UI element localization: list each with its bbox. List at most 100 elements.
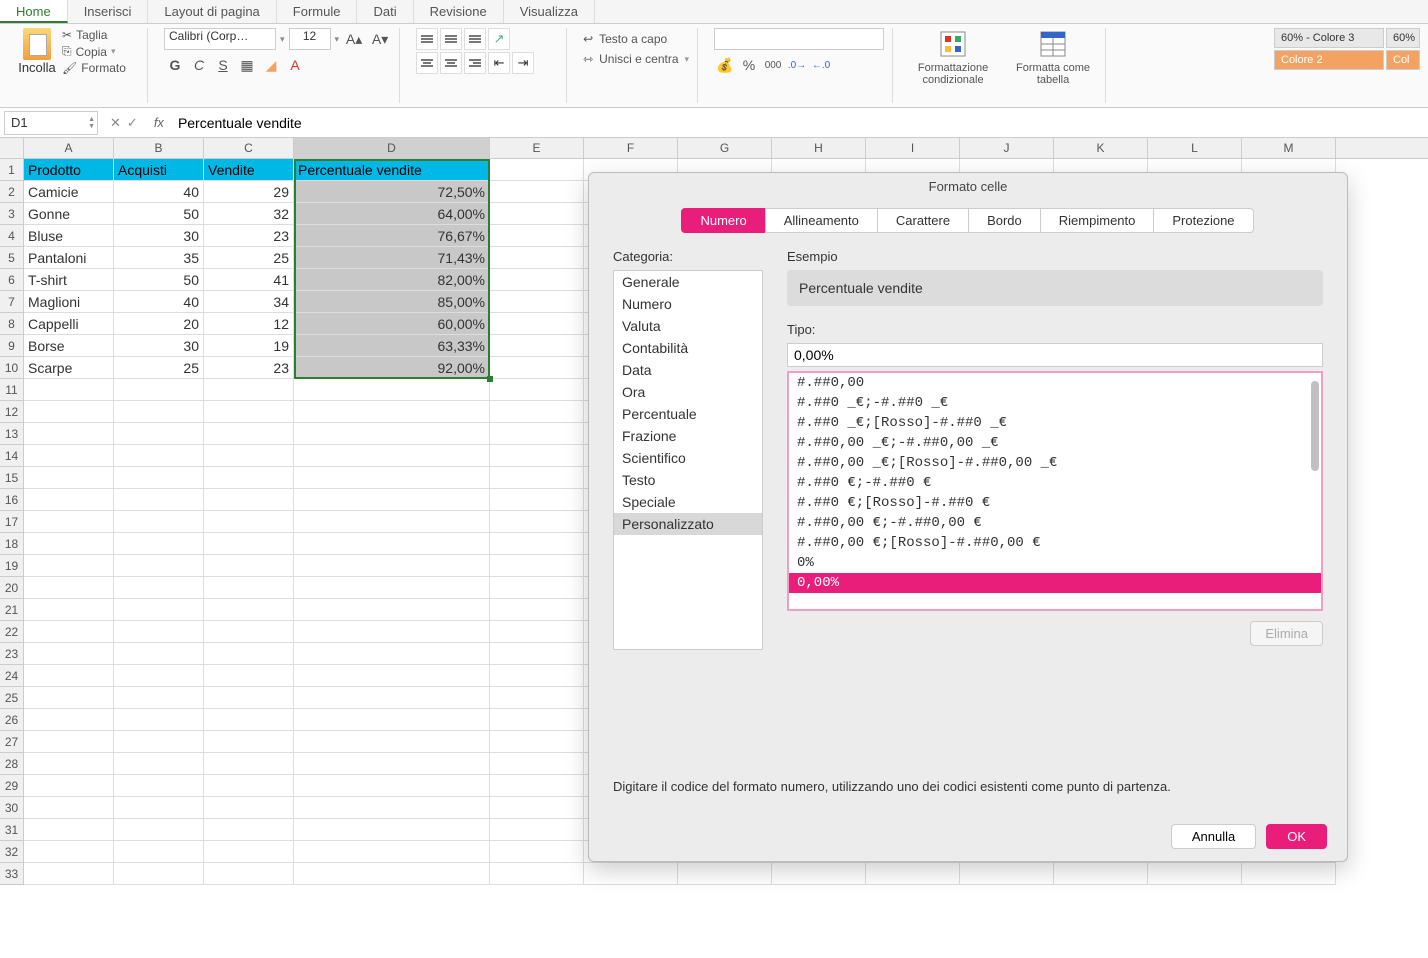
row-header[interactable]: 5 xyxy=(0,247,24,269)
row-header[interactable]: 11 xyxy=(0,379,24,401)
row-header[interactable]: 14 xyxy=(0,445,24,467)
cell[interactable] xyxy=(490,181,584,203)
cell[interactable] xyxy=(114,467,204,489)
cell[interactable] xyxy=(114,709,204,731)
row-header[interactable]: 17 xyxy=(0,511,24,533)
cell[interactable] xyxy=(204,489,294,511)
cell[interactable]: 34 xyxy=(204,291,294,313)
type-item[interactable]: #.##0 €;-#.##0 € xyxy=(789,473,1321,493)
cell[interactable] xyxy=(24,687,114,709)
cell[interactable]: 23 xyxy=(204,357,294,379)
cell[interactable]: Pantaloni xyxy=(24,247,114,269)
font-size-select[interactable]: 12 xyxy=(289,28,331,50)
cell[interactable]: Prodotto xyxy=(24,159,114,181)
scrollbar-thumb[interactable] xyxy=(1311,381,1319,471)
cell[interactable] xyxy=(490,467,584,489)
cell[interactable] xyxy=(24,445,114,467)
cell[interactable]: 41 xyxy=(204,269,294,291)
cell[interactable] xyxy=(490,533,584,555)
category-item[interactable]: Contabilità xyxy=(614,337,762,359)
cell[interactable]: T-shirt xyxy=(24,269,114,291)
align-bottom-button[interactable] xyxy=(464,28,486,50)
cell[interactable]: Vendite xyxy=(204,159,294,181)
row-header[interactable]: 2 xyxy=(0,181,24,203)
cell[interactable]: Gonne xyxy=(24,203,114,225)
cell[interactable] xyxy=(24,467,114,489)
cell[interactable] xyxy=(114,577,204,599)
ribbon-tab-home[interactable]: Home xyxy=(0,0,68,23)
cell[interactable] xyxy=(24,775,114,797)
cell[interactable] xyxy=(204,797,294,819)
row-header[interactable]: 9 xyxy=(0,335,24,357)
column-header[interactable]: G xyxy=(678,138,772,158)
cell[interactable] xyxy=(114,555,204,577)
cell[interactable] xyxy=(490,665,584,687)
type-item[interactable]: #.##0 €;[Rosso]-#.##0 € xyxy=(789,493,1321,513)
border-button[interactable]: ▦ xyxy=(236,54,258,76)
cell[interactable] xyxy=(294,731,490,753)
ribbon-tab-dati[interactable]: Dati xyxy=(357,0,413,23)
cell[interactable] xyxy=(490,819,584,841)
row-header[interactable]: 31 xyxy=(0,819,24,841)
type-item[interactable]: #.##0,00 _€;[Rosso]-#.##0,00 _€ xyxy=(789,453,1321,473)
comma-button[interactable]: 000 xyxy=(762,54,784,76)
style-chip[interactable]: 60% xyxy=(1386,28,1420,48)
ok-button[interactable]: OK xyxy=(1266,824,1327,849)
cell[interactable] xyxy=(204,599,294,621)
dialog-tab-riempimento[interactable]: Riempimento xyxy=(1040,208,1155,233)
cell[interactable]: 92,00% xyxy=(294,357,490,379)
row-header[interactable]: 10 xyxy=(0,357,24,379)
type-item[interactable]: #.##0,00 €;-#.##0,00 € xyxy=(789,513,1321,533)
cell[interactable]: 60,00% xyxy=(294,313,490,335)
cell[interactable]: 23 xyxy=(204,225,294,247)
cell[interactable] xyxy=(24,379,114,401)
cell[interactable] xyxy=(204,665,294,687)
cell[interactable] xyxy=(114,687,204,709)
cell[interactable] xyxy=(204,841,294,863)
cell[interactable]: 20 xyxy=(114,313,204,335)
increase-indent-button[interactable]: ⇥ xyxy=(512,52,534,74)
cancel-formula-icon[interactable]: ✕ xyxy=(110,115,121,131)
cell[interactable] xyxy=(24,665,114,687)
row-header[interactable]: 15 xyxy=(0,467,24,489)
dialog-tab-numero[interactable]: Numero xyxy=(681,208,765,233)
cell[interactable] xyxy=(114,643,204,665)
cell[interactable] xyxy=(294,489,490,511)
ribbon-tab-formule[interactable]: Formule xyxy=(277,0,358,23)
align-middle-button[interactable] xyxy=(440,28,462,50)
row-header[interactable]: 23 xyxy=(0,643,24,665)
row-header[interactable]: 26 xyxy=(0,709,24,731)
column-header[interactable]: H xyxy=(772,138,866,158)
decrease-decimal-button[interactable]: ←.0 xyxy=(810,54,832,76)
cell[interactable]: 30 xyxy=(114,335,204,357)
row-header[interactable]: 1 xyxy=(0,159,24,181)
cell[interactable]: Percentuale vendite xyxy=(294,159,490,181)
dialog-tab-bordo[interactable]: Bordo xyxy=(968,208,1041,233)
cell[interactable]: 50 xyxy=(114,269,204,291)
type-item[interactable]: #.##0,00 xyxy=(789,373,1321,393)
cell[interactable]: Acquisti xyxy=(114,159,204,181)
cell[interactable]: 35 xyxy=(114,247,204,269)
cell[interactable]: Scarpe xyxy=(24,357,114,379)
cell[interactable] xyxy=(490,797,584,819)
cell[interactable] xyxy=(294,753,490,775)
cell[interactable] xyxy=(294,577,490,599)
ribbon-tab-visualizza[interactable]: Visualizza xyxy=(504,0,595,23)
currency-button[interactable]: 💰 xyxy=(714,54,736,76)
cell[interactable] xyxy=(114,489,204,511)
column-header[interactable]: D xyxy=(294,138,490,158)
fill-color-button[interactable]: ◢ xyxy=(260,54,282,76)
row-header[interactable]: 32 xyxy=(0,841,24,863)
cell[interactable] xyxy=(490,313,584,335)
cell[interactable] xyxy=(490,357,584,379)
cell[interactable] xyxy=(114,445,204,467)
cell[interactable] xyxy=(204,621,294,643)
increase-decimal-button[interactable]: .0→ xyxy=(786,54,808,76)
cell[interactable] xyxy=(24,489,114,511)
cell[interactable]: 85,00% xyxy=(294,291,490,313)
font-name-select[interactable]: Calibri (Corp… xyxy=(164,28,276,50)
row-header[interactable]: 22 xyxy=(0,621,24,643)
cell[interactable] xyxy=(294,445,490,467)
category-item[interactable]: Percentuale xyxy=(614,403,762,425)
cell[interactable] xyxy=(24,423,114,445)
